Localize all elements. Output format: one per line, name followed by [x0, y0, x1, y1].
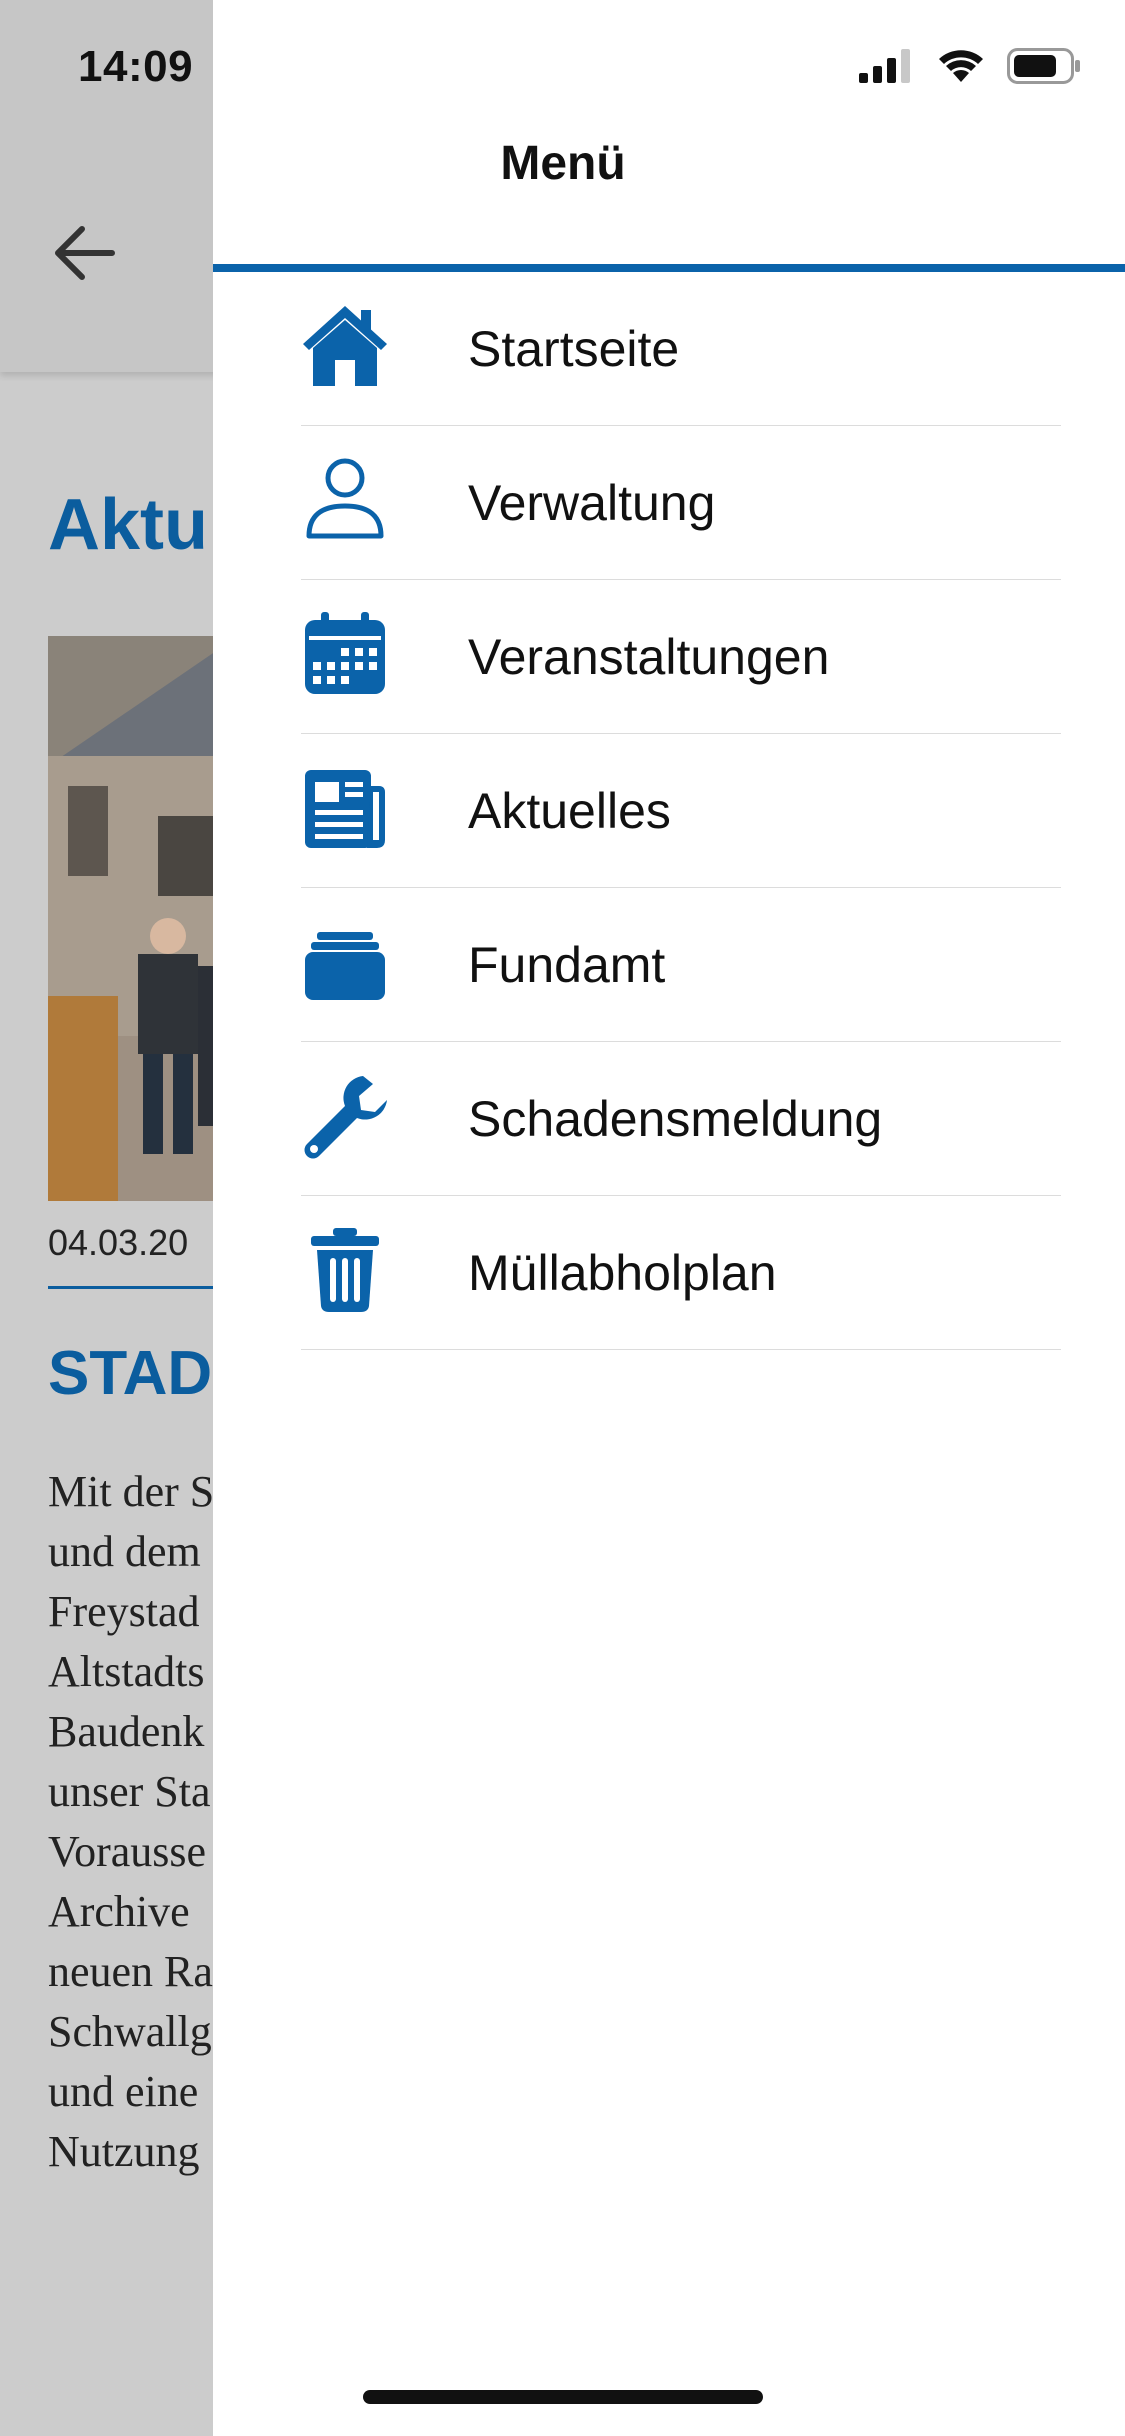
home-indicator[interactable]: [363, 2390, 763, 2404]
newspaper-icon: [301, 764, 389, 852]
divider: [48, 1286, 228, 1289]
status-icons: [859, 48, 1081, 84]
menu-item-label: Veranstaltungen: [468, 628, 830, 685]
back-arrow-icon[interactable]: [50, 218, 120, 288]
menu-item-schadensmeldung[interactable]: Schadensmeldung: [301, 1042, 1061, 1196]
home-icon: [301, 302, 389, 390]
drawer-accent-divider: [213, 264, 1125, 272]
menu-item-verwaltung[interactable]: Verwaltung: [301, 426, 1061, 580]
wifi-icon: [939, 50, 983, 82]
drawer-title: Menü: [500, 137, 626, 190]
menu-item-label: Müllabholplan: [468, 1244, 777, 1301]
status-time: 14:09: [78, 42, 194, 91]
menu-item-label: Schadensmeldung: [468, 1090, 883, 1147]
person-icon: [301, 456, 389, 544]
menu-item-veranstaltungen[interactable]: Veranstaltungen: [301, 580, 1061, 734]
menu-item-startseite[interactable]: Startseite: [301, 272, 1061, 426]
menu-item-aktuelles[interactable]: Aktuelles: [301, 734, 1061, 888]
menu-item-label: Aktuelles: [468, 782, 671, 839]
page-heading: Aktu: [48, 485, 208, 565]
article-photo: [48, 636, 238, 1201]
menu-item-fundamt[interactable]: Fundamt: [301, 888, 1061, 1042]
menu-item-label: Startseite: [468, 320, 680, 377]
wrench-icon: [301, 1072, 389, 1160]
navigation-drawer: Menü Startseite Verwaltung Veranstaltung…: [213, 0, 1125, 2436]
cellular-signal-icon: [859, 49, 910, 83]
box-icon: [301, 918, 389, 1006]
article-title: STAD: [48, 1339, 213, 1408]
battery-icon: [1007, 48, 1080, 84]
drawer-menu: Startseite Verwaltung Veranstaltungen Ak…: [301, 272, 1125, 1350]
calendar-icon: [301, 610, 389, 698]
menu-item-label: Fundamt: [468, 936, 666, 993]
trash-icon: [301, 1226, 389, 1314]
menu-item-label: Verwaltung: [468, 474, 716, 531]
menu-item-muellabholplan[interactable]: Müllabholplan: [301, 1196, 1061, 1350]
article-date: 04.03.20: [48, 1222, 189, 1263]
